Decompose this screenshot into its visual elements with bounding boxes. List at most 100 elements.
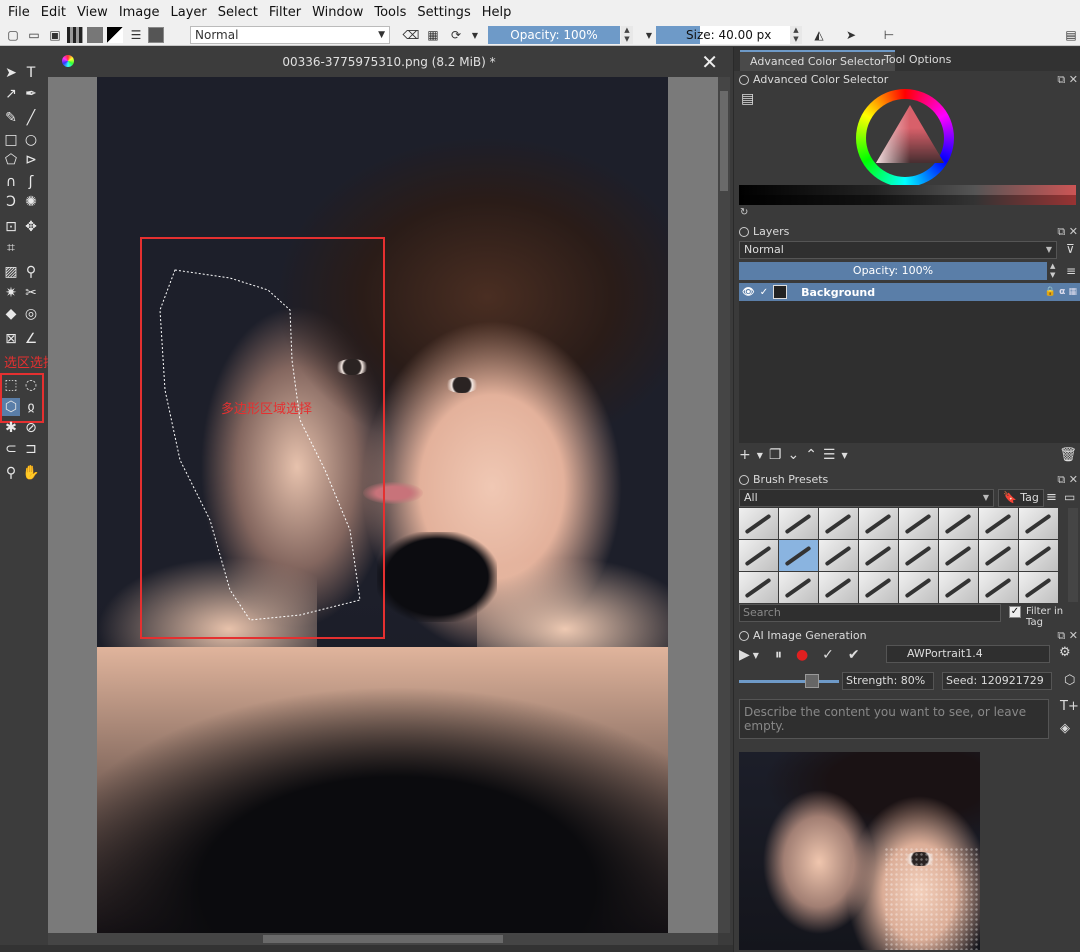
brush-filter-select[interactable]: All ▼ <box>739 489 994 507</box>
tab-tool-options[interactable]: Tool Options <box>874 50 961 71</box>
panel-float-close-icon[interactable]: ⧉ ✕ <box>1057 73 1078 87</box>
brush-preset[interactable] <box>859 572 898 603</box>
record-icon[interactable]: ● <box>796 647 808 663</box>
layer-thumbnail <box>773 285 788 299</box>
layer-row-background[interactable]: 👁 ✓ Background 🔒 α ▦ <box>739 283 1080 301</box>
image-region <box>884 847 980 950</box>
brush-preset[interactable] <box>899 572 938 603</box>
brush-presets-title: Brush Presets <box>739 473 828 486</box>
right-dock: Advanced Color Selector Tool Options Adv… <box>733 47 1080 952</box>
workspace-icon[interactable]: ▤ <box>1063 27 1079 43</box>
brush-preset[interactable] <box>899 540 938 571</box>
brush-preset[interactable] <box>819 540 858 571</box>
brush-preset[interactable] <box>979 508 1018 539</box>
vertical-scrollbar[interactable] <box>718 77 730 933</box>
brush-scrollbar[interactable] <box>1068 508 1078 602</box>
scroll-thumb[interactable] <box>263 935 503 943</box>
mirror-horizontal-icon[interactable]: ◭ <box>811 27 827 43</box>
brush-preset[interactable] <box>899 508 938 539</box>
layer-blend-value: Normal <box>744 243 784 256</box>
layers-list[interactable] <box>739 283 1080 443</box>
brush-preset[interactable] <box>979 540 1018 571</box>
add-layer-icon[interactable]: + <box>739 447 751 463</box>
duplicate-layer-icon[interactable]: ❐ <box>769 447 782 463</box>
panel-float-close-icon[interactable]: ⧉ ✕ <box>1057 473 1078 487</box>
import-icon[interactable]: ▭ <box>1064 490 1075 504</box>
brush-preset[interactable] <box>819 508 858 539</box>
generation-preview[interactable] <box>739 752 980 950</box>
prompt-input[interactable]: Describe the content you want to see, or… <box>739 699 1049 739</box>
layers-title: Layers <box>739 225 789 238</box>
brush-preset[interactable] <box>979 572 1018 603</box>
layer-properties-icon[interactable]: ☰ <box>823 447 836 463</box>
layer-opacity-spinner[interactable]: ▲ ▼ <box>1050 262 1055 280</box>
move-up-icon[interactable]: ⌃ <box>805 447 817 463</box>
layer-menu-icon[interactable]: ≡ <box>1066 264 1076 278</box>
strength-slider[interactable] <box>739 674 839 688</box>
panel-float-close-icon[interactable]: ⧉ ✕ <box>1057 225 1078 239</box>
cube-icon[interactable]: ⬡ <box>1064 673 1075 688</box>
layer-blend-mode-select[interactable]: Normal ▼ <box>739 241 1057 259</box>
chevron-down-icon[interactable]: ▼ <box>757 451 763 460</box>
brush-preset-grid <box>739 508 1064 603</box>
reset-color-icon[interactable]: ↻ <box>740 207 748 218</box>
brush-preset[interactable] <box>779 508 818 539</box>
chevron-down-icon[interactable]: ▼ <box>753 651 759 660</box>
settings-gear-icon[interactable]: ⚙ <box>1059 645 1071 660</box>
checkmark-icon[interactable]: ✓ <box>760 287 768 298</box>
color-settings-icon[interactable]: ▤ <box>741 91 754 107</box>
brush-preset[interactable] <box>939 508 978 539</box>
seed-field[interactable]: Seed: 120921729 <box>942 672 1052 690</box>
brush-preset[interactable] <box>859 540 898 571</box>
brush-preset[interactable] <box>739 572 778 603</box>
tab-advanced-color-selector[interactable]: Advanced Color Selector <box>740 50 896 71</box>
move-down-icon[interactable]: ⌄ <box>787 447 799 463</box>
brush-preset[interactable] <box>1019 540 1058 571</box>
visibility-eye-icon[interactable]: 👁 <box>742 287 755 298</box>
layer-toolbar: + ▼ ❐ ⌄ ⌃ ☰ ▼ 🗑 <box>739 445 1080 465</box>
color-history-bar[interactable] <box>739 185 1076 205</box>
size-spinner[interactable]: ▲ ▼ <box>790 26 802 44</box>
model-select[interactable]: AWPortrait1.4 <box>886 645 1050 663</box>
apply-check-icon[interactable]: ✓ <box>822 647 834 663</box>
color-history-row[interactable] <box>739 195 1076 205</box>
generate-play-icon[interactable]: ▶ <box>739 647 750 663</box>
filter-icon[interactable]: ⊽ <box>1066 242 1075 256</box>
bookmark-icon: 🔖 <box>1003 491 1017 504</box>
tag-select[interactable]: 🔖 Tag <box>998 489 1044 507</box>
brush-preset[interactable] <box>939 572 978 603</box>
filter-in-tag-checkbox[interactable]: ✓ <box>1009 606 1021 618</box>
delete-layer-icon[interactable]: 🗑 <box>1059 447 1077 463</box>
panel-icon <box>739 630 749 641</box>
brush-preset[interactable] <box>1019 508 1058 539</box>
chevron-down-icon[interactable]: ▼ <box>841 451 847 460</box>
brush-search-input[interactable]: Search <box>739 604 1001 622</box>
color-wheel[interactable] <box>856 89 954 187</box>
brush-preset[interactable] <box>939 540 978 571</box>
brush-preset[interactable] <box>859 508 898 539</box>
slider-knob[interactable] <box>805 674 819 688</box>
brush-preset[interactable] <box>779 572 818 603</box>
scroll-thumb[interactable] <box>720 91 728 191</box>
horizontal-scrollbar[interactable] <box>48 933 718 945</box>
brush-preset[interactable] <box>1019 572 1058 603</box>
panel-float-close-icon[interactable]: ⧉ ✕ <box>1057 629 1078 643</box>
brush-preset[interactable] <box>739 540 778 571</box>
layer-opacity-slider[interactable]: Opacity: 100% <box>739 262 1047 280</box>
polygon-select-annotation: 多边形区域选择 <box>221 402 313 417</box>
brush-preset[interactable] <box>739 508 778 539</box>
panel-title-text: AI Image Generation <box>753 629 867 642</box>
menu-icon[interactable]: ≡ <box>1046 490 1057 505</box>
pause-icon[interactable]: ⏸ <box>775 647 782 663</box>
text-prompt-icon[interactable]: T+ <box>1060 699 1079 714</box>
mirror-vertical-icon[interactable]: ➤ <box>843 27 859 43</box>
brush-preset-selected[interactable] <box>779 540 818 571</box>
wrap-around-icon[interactable]: ⊢ <box>881 27 897 43</box>
layers-stack-icon[interactable]: ◈ <box>1060 721 1070 736</box>
apply-layer-icon[interactable]: ✔ <box>848 647 860 663</box>
layer-lock-alpha-icon[interactable]: 🔒 α ▦ <box>1045 287 1077 297</box>
strength-field[interactable]: Strength: 80% <box>842 672 934 690</box>
layer-name[interactable]: Background <box>801 286 875 299</box>
ai-generation-title: AI Image Generation <box>739 629 867 642</box>
brush-preset[interactable] <box>819 572 858 603</box>
